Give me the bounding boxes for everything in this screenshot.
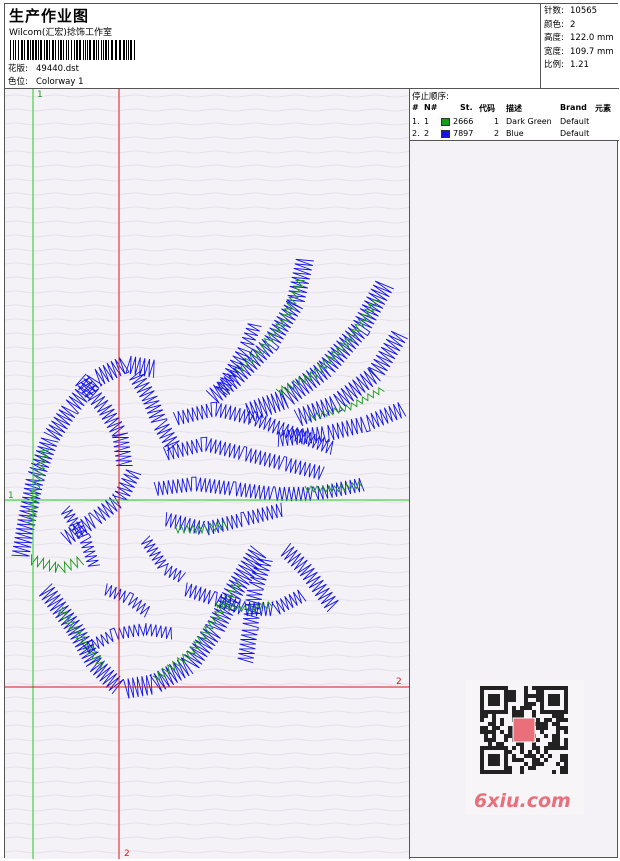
colorway-label: 色位:	[8, 77, 28, 87]
stat-width: 宽度: 109.7 mm	[544, 46, 614, 57]
stop-sequence-row: 1. 1 2666 1 Dark Green Default	[412, 117, 590, 126]
stop-sequence-panel: 停止顺序: # N# St. 代码 描述 Brand 元素 1. 1 2666 …	[410, 89, 619, 141]
color-swatch-blue	[441, 130, 450, 138]
colorway-row: 色位: Colorway 1	[8, 75, 84, 87]
barcode	[10, 40, 135, 60]
green-vertical-guide-label: 1	[37, 90, 43, 100]
color-swatch-dark-green	[441, 118, 450, 126]
design-label: 花版:	[8, 64, 28, 74]
stop-sequence-header: # N# St. 代码 描述 Brand 元素	[412, 103, 611, 113]
page-title: 生产作业图	[9, 7, 90, 25]
stop-sequence-title: 停止顺序:	[412, 92, 449, 102]
canvas-background	[5, 89, 409, 859]
green-horizontal-guide-label: 1	[8, 491, 14, 501]
design-stats: 针数: 10565 颜色: 2 高度: 122.0 mm 宽度: 109.7 mm 比例…	[541, 4, 619, 89]
design-preview: 1 1 2 2	[5, 89, 410, 859]
red-vertical-guide-label: 2	[124, 849, 130, 859]
design-value: 49440.dst	[36, 64, 79, 74]
header-info: 生产作业图 Wilcom(汇宏)捻饰工作室 花版: 49440.dst 色位: Co…	[5, 4, 541, 89]
watermark-text: 6xiu.com	[474, 790, 571, 812]
stop-sequence-row: 2. 2 7897 2 Blue Default	[412, 129, 590, 138]
red-horizontal-guide-label: 2	[396, 677, 402, 687]
company-name: Wilcom(汇宏)捻饰工作室	[9, 28, 112, 38]
stat-colors: 颜色: 2	[544, 19, 576, 30]
stat-height: 高度: 122.0 mm	[544, 33, 614, 43]
design-file-row: 花版: 49440.dst	[8, 62, 79, 74]
stat-scale: 比例: 1.21	[544, 60, 589, 70]
colorway-value: Colorway 1	[36, 77, 84, 87]
stat-stitches: 针数: 10565	[544, 6, 598, 16]
embroidery-design	[5, 89, 409, 859]
